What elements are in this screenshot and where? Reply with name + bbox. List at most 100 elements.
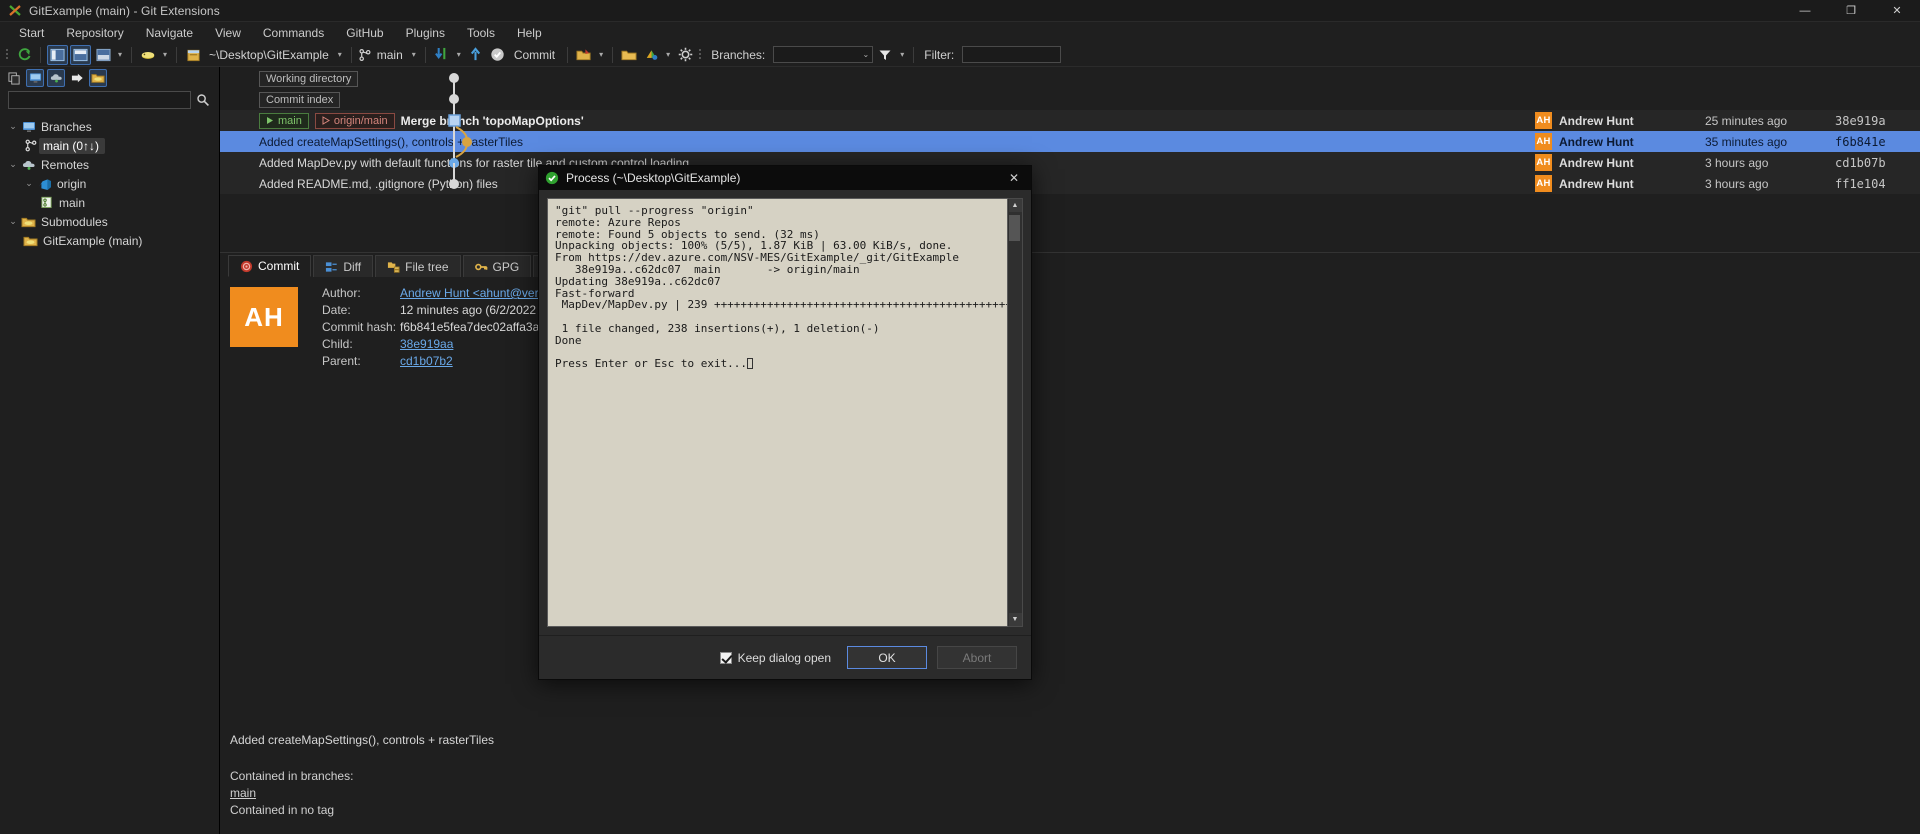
git-extensions-logo-icon (8, 4, 22, 18)
tree-node-origin[interactable]: ⌄ origin (0, 174, 219, 193)
tree-node-local-main[interactable]: main (0↑↓) (0, 136, 219, 155)
child-label: Child: (322, 336, 353, 351)
menu-navigate[interactable]: Navigate (135, 24, 204, 42)
repository-button[interactable] (183, 45, 203, 65)
parent-value[interactable]: cd1b07b2 (400, 355, 453, 368)
refresh-button[interactable] (14, 45, 34, 65)
tree-node-gitexample-submodule[interactable]: GitExample (main) (0, 231, 219, 250)
settings-button[interactable] (675, 45, 695, 65)
colors-chevron-down-icon[interactable]: ▾ (663, 50, 673, 59)
layout-chevron-down-icon[interactable]: ▾ (115, 50, 125, 59)
open-folder-button[interactable] (619, 45, 639, 65)
abort-button[interactable]: Abort (937, 646, 1017, 669)
toggle-branches-button[interactable] (26, 69, 44, 87)
submodule-repo-icon (22, 235, 39, 247)
azure-devops-icon (36, 177, 53, 191)
pull-chevron-down-icon[interactable]: ▾ (454, 50, 464, 59)
menu-view[interactable]: View (204, 24, 252, 42)
branch-label-pill[interactable]: main (259, 112, 309, 129)
copy-windows-button[interactable] (5, 69, 23, 87)
checkbox-checked-icon[interactable] (719, 651, 732, 664)
menu-start[interactable]: Start (8, 24, 55, 42)
tree-node-label: GitExample (main) (43, 233, 143, 248)
monitor-branches-icon (29, 72, 42, 84)
search-icon[interactable] (195, 92, 211, 108)
key-icon (474, 261, 488, 273)
ok-button[interactable]: OK (847, 646, 927, 669)
chevron-down-icon[interactable]: ⌄ (6, 159, 20, 170)
maximize-button[interactable]: ❐ (1828, 0, 1874, 22)
color-palette-icon (644, 48, 659, 62)
menu-help[interactable]: Help (506, 24, 553, 42)
chevron-down-icon[interactable]: ⌄ (6, 121, 20, 132)
tab-gpg[interactable]: GPG (462, 255, 532, 277)
chevron-down-icon[interactable]: ⌄ (22, 178, 36, 189)
scrollbar-thumb[interactable] (1009, 215, 1020, 241)
tab-diff[interactable]: Diff (313, 255, 374, 277)
menu-repository[interactable]: Repository (55, 24, 134, 42)
merge-chevron-down-icon[interactable]: ▾ (596, 50, 606, 59)
gear-icon (678, 47, 693, 62)
child-value[interactable]: 38e919aa (400, 338, 453, 351)
tree-search-input[interactable] (8, 91, 191, 109)
layout-left-panel-icon (50, 48, 65, 62)
console-line: Updating 38e919a..c62dc07 (555, 274, 721, 288)
funnel-filter-button[interactable] (875, 45, 895, 65)
process-output-console[interactable]: "git" pull --progress "origin" remote: A… (547, 198, 1008, 627)
chevron-down-icon[interactable]: ⌄ (6, 216, 20, 227)
cloud-remotes-icon (50, 72, 63, 84)
branch-chevron-down-icon[interactable]: ▾ (409, 50, 419, 59)
menu-tools[interactable]: Tools (456, 24, 506, 42)
tree-node-branches[interactable]: ⌄ Branches (0, 117, 219, 136)
tab-commit[interactable]: Commit (228, 255, 312, 277)
stash-chevron-down-icon[interactable]: ▾ (160, 50, 170, 59)
console-line-prompt: Press Enter or Esc to exit... (555, 358, 1000, 370)
graph-cell (220, 89, 255, 110)
menu-commands[interactable]: Commands (252, 24, 335, 42)
tree-node-origin-main[interactable]: main (0, 193, 219, 212)
menu-plugins[interactable]: Plugins (395, 24, 456, 42)
merge-button[interactable] (574, 45, 594, 65)
branches-filter-select[interactable]: ⌄ (773, 46, 874, 63)
remote-label-pill[interactable]: origin/main (314, 112, 395, 129)
layout-left-panel-button[interactable] (47, 44, 68, 65)
toggle-submodules-button[interactable] (89, 69, 107, 87)
tab-file-tree[interactable]: File tree (375, 255, 461, 277)
keep-dialog-open-checkbox[interactable]: Keep dialog open (719, 651, 831, 665)
color-palette-button[interactable] (641, 45, 661, 65)
revision-grid[interactable]: Working directory Commit index main orig… (220, 67, 1920, 252)
console-scrollbar[interactable]: ▲ ▼ (1008, 198, 1023, 627)
filter-input[interactable] (962, 46, 1062, 63)
commit-button-label[interactable]: Commit (510, 48, 561, 62)
repository-chevron-down-icon[interactable]: ▾ (335, 50, 345, 59)
close-icon[interactable]: ✕ (1003, 167, 1025, 189)
toolbar-separator-3 (176, 46, 178, 63)
current-branch-name[interactable]: main (373, 48, 407, 62)
commit-button[interactable] (488, 45, 508, 65)
stash-button[interactable] (138, 45, 158, 65)
toggle-remotes-button[interactable] (47, 69, 65, 87)
repository-folder-icon (186, 48, 201, 62)
menu-github[interactable]: GitHub (335, 24, 394, 42)
commit-message: Merge branch 'topoMapOptions' (400, 113, 584, 128)
layout-bottom-panel-button[interactable] (93, 45, 113, 65)
tree-node-remotes[interactable]: ⌄ Remotes (0, 155, 219, 174)
toggle-tags-button[interactable] (68, 69, 86, 87)
tab-label: Diff (343, 259, 362, 274)
tree-node-submodules[interactable]: ⌄ Submodules (0, 212, 219, 231)
graph-cell (220, 68, 255, 89)
date-cell: 3 hours ago (1705, 155, 1769, 170)
funnel-chevron-down-icon[interactable]: ▾ (897, 50, 907, 59)
scroll-down-icon[interactable]: ▼ (1008, 613, 1022, 626)
author-label: Author: (322, 286, 361, 300)
minimize-button[interactable]: — (1782, 0, 1828, 22)
pull-button[interactable] (432, 45, 452, 65)
layout-split-horizontal-button[interactable] (70, 44, 91, 65)
close-button[interactable]: ✕ (1874, 0, 1920, 22)
contained-branch-link[interactable]: main (230, 786, 1920, 800)
scroll-up-icon[interactable]: ▲ (1008, 199, 1022, 212)
repository-path[interactable]: ~\Desktop\GitExample (205, 48, 333, 62)
push-button[interactable] (466, 45, 486, 65)
submodule-folder-icon (20, 216, 37, 228)
toolbar-grip (4, 47, 10, 63)
